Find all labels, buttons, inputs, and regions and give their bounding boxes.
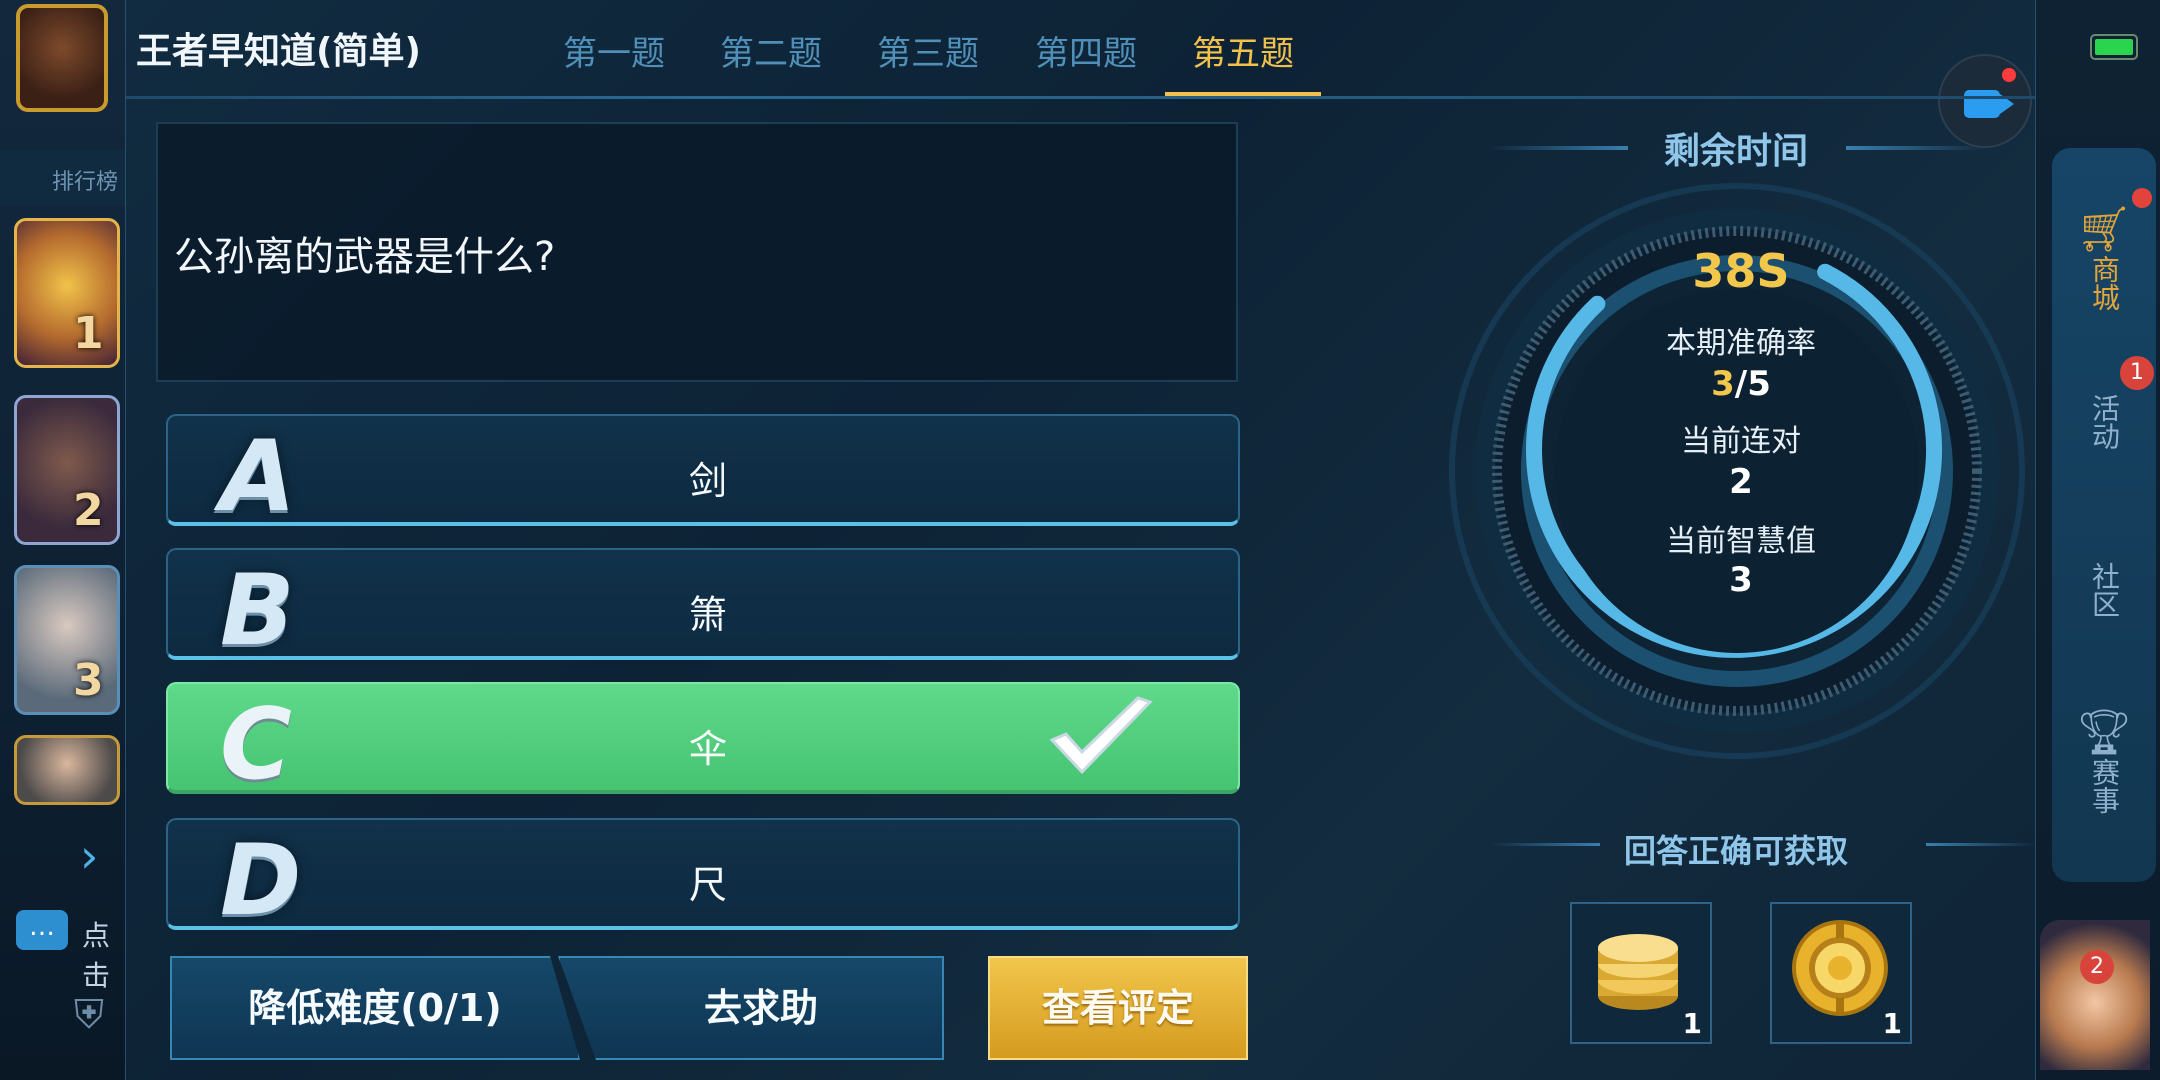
side-item-shop[interactable]: 🛒︎ 商城 <box>2052 205 2156 320</box>
accuracy-label: 本期准确率 <box>1666 326 1816 361</box>
option-d[interactable]: D 尺 <box>166 818 1240 938</box>
option-letter: A <box>220 420 296 534</box>
tab-question-4[interactable]: 第四题 <box>1008 26 1164 75</box>
rank-card-1[interactable]: 1 <box>14 218 120 368</box>
reward-count: 1 <box>1882 1007 1902 1040</box>
option-text: 尺 <box>688 863 727 907</box>
title-decoration <box>1846 146 1986 150</box>
chat-icon[interactable]: … <box>16 910 68 950</box>
question-box: 公孙离的武器是什么? <box>156 122 1238 382</box>
reward-item[interactable]: 1 <box>1770 902 1912 1044</box>
video-camera-icon <box>1964 90 2014 118</box>
side-item-label: 商城 <box>2088 255 2121 311</box>
side-item-label: 赛事 <box>2088 758 2121 814</box>
tab-question-3[interactable]: 第三题 <box>850 26 1006 75</box>
tab-question-1[interactable]: 第一题 <box>536 26 692 75</box>
rank-card-4[interactable] <box>14 735 120 805</box>
cart-icon: 🛒︎ <box>2076 204 2132 255</box>
page-title: 王者早知道(简单) <box>136 31 421 72</box>
chat-input-hint[interactable]: 点击 <box>82 914 125 994</box>
checkmark-icon <box>1049 696 1153 775</box>
recording-dot <box>2002 68 2016 82</box>
side-item-label: 社区 <box>2088 562 2121 618</box>
wisdom-label: 当前智慧值 <box>1666 524 1816 559</box>
battery-icon <box>2090 34 2138 60</box>
side-item-community[interactable]: 社区 <box>2052 562 2156 627</box>
tab-question-5[interactable]: 第五题 <box>1165 26 1321 75</box>
notification-dot <box>2132 188 2152 208</box>
rank-label[interactable]: 排行榜 <box>0 150 125 206</box>
rank-number: 1 <box>73 308 104 359</box>
rank-card-2[interactable]: 2 <box>14 395 120 545</box>
tab-question-2[interactable]: 第二题 <box>693 26 849 75</box>
trophy-icon: 🏆︎ <box>2076 707 2132 758</box>
option-text: 剑 <box>688 459 727 503</box>
question-text: 公孙离的武器是什么? <box>174 234 556 280</box>
ask-help-button[interactable]: 去求助 <box>558 956 944 1060</box>
option-text: 伞 <box>688 727 727 771</box>
rank-number: 2 <box>73 485 104 536</box>
accuracy-total: /5 <box>1734 364 1771 404</box>
accuracy-correct: 3 <box>1711 364 1735 404</box>
title-decoration <box>1926 843 2036 846</box>
view-rating-button[interactable]: 查看评定 <box>988 956 1248 1060</box>
side-item-label: 活动 <box>2088 394 2121 450</box>
reward-count: 1 <box>1682 1007 1702 1040</box>
accuracy-value: 3/5 <box>1596 364 1886 404</box>
reward-item[interactable]: 1 <box>1570 902 1712 1044</box>
hero-portrait[interactable] <box>2040 920 2150 1070</box>
side-item-match[interactable]: 🏆︎ 赛事 <box>2052 708 2156 823</box>
countdown-value: 38S <box>1692 244 1790 298</box>
helmet-icon[interactable]: ⛨ <box>74 992 122 1040</box>
option-a[interactable]: A 剑 <box>166 414 1240 534</box>
active-tab-indicator <box>1165 92 1321 98</box>
events-badge: 1 <box>2120 356 2154 390</box>
rank-number: 3 <box>73 655 104 706</box>
rank-card-3[interactable]: 3 <box>14 565 120 715</box>
lower-difficulty-button[interactable]: 降低难度(0/1) <box>170 956 580 1060</box>
side-item-events[interactable]: 活动 <box>2052 394 2156 459</box>
reward-title: 回答正确可获取 <box>1623 832 1848 870</box>
option-letter: C <box>220 688 292 802</box>
option-text: 箫 <box>688 593 727 637</box>
wisdom-value: 3 <box>1729 560 1753 600</box>
option-letter: B <box>220 554 295 668</box>
player-avatar[interactable] <box>16 4 108 112</box>
option-c[interactable]: C 伞 <box>166 682 1240 802</box>
quiz-panel: 王者早知道(简单) 第一题 第二题 第三题 第四题 第五题 公孙离的武器是什么?… <box>125 0 2036 1080</box>
background-left-panel: 排行榜 1 2 3 › … 点击 ⛨ <box>0 0 125 1080</box>
hero-badge: 2 <box>2080 950 2114 984</box>
option-b[interactable]: B 箫 <box>166 548 1240 668</box>
screen-record-button[interactable] <box>1938 54 2032 148</box>
streak-label: 当前连对 <box>1681 424 1801 459</box>
expand-arrow-icon[interactable]: › <box>80 828 120 884</box>
option-letter: D <box>220 824 302 938</box>
streak-value: 2 <box>1729 462 1753 502</box>
